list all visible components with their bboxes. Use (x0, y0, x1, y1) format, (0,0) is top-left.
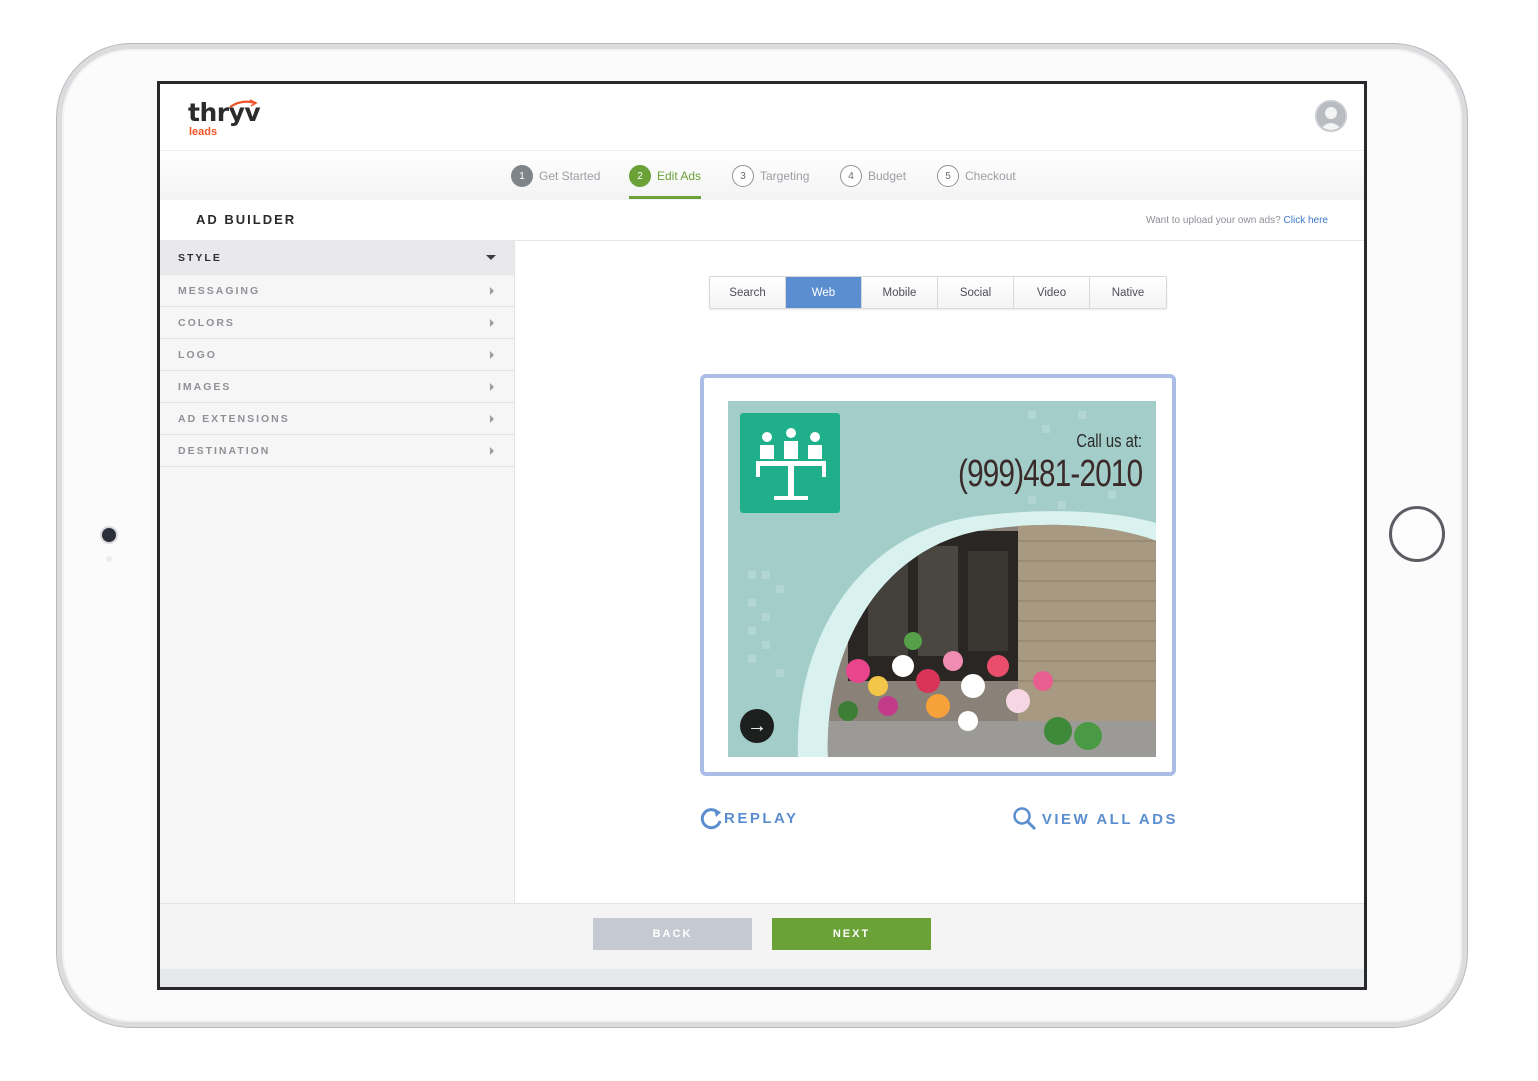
builder-header: AD BUILDER Want to upload your own ads? … (160, 200, 1364, 241)
sidebar-item-label: STYLE (178, 251, 222, 264)
logo-swoosh-icon (229, 99, 258, 108)
step-get-started[interactable]: 1 Get Started (511, 163, 600, 189)
next-button[interactable]: NEXT (772, 918, 931, 950)
step-label: Targeting (760, 169, 810, 183)
caret-down-icon (486, 255, 496, 260)
tab-native[interactable]: Native (1090, 277, 1166, 308)
sidebar-item-label: LOGO (178, 348, 217, 361)
caret-right-icon (490, 415, 494, 423)
step-label: Checkout (965, 169, 1016, 183)
step-number: 4 (840, 165, 862, 187)
camera-lens (102, 528, 116, 542)
ad-actions: REPLAY VIEW ALL ADS (700, 806, 1178, 836)
sidebar-item-label: COLORS (178, 316, 235, 329)
caret-right-icon (490, 319, 494, 327)
caret-right-icon (490, 351, 494, 359)
back-button[interactable]: BACK (593, 918, 752, 950)
view-all-label: VIEW ALL ADS (1041, 810, 1178, 828)
caret-right-icon (490, 383, 494, 391)
upload-note: Want to upload your own ads? Click here (1146, 215, 1328, 226)
caret-right-icon (490, 447, 494, 455)
sidebar-item-images[interactable]: IMAGES (160, 371, 514, 403)
ad-phone-number: (999)481-2010 (957, 453, 1143, 495)
sidebar-item-destination[interactable]: DESTINATION (160, 435, 514, 467)
step-checkout[interactable]: 5 Checkout (937, 163, 1016, 189)
step-number: 1 (511, 165, 533, 187)
sidebar-item-label: MESSAGING (178, 284, 261, 297)
sidebar-item-ad-extensions[interactable]: AD EXTENSIONS (160, 403, 514, 435)
step-targeting[interactable]: 3 Targeting (732, 163, 809, 189)
sidebar-item-messaging[interactable]: MESSAGING (160, 275, 514, 307)
ad-preview-frame: Call us at: (999)481-2010 → (700, 374, 1176, 776)
thryv-logo[interactable]: thryv leads (188, 98, 261, 140)
replay-label: REPLAY (724, 809, 799, 827)
ad-preview[interactable]: Call us at: (999)481-2010 → (728, 401, 1156, 757)
step-number: 5 (937, 165, 959, 187)
sidebar-item-style[interactable]: STYLE (160, 241, 514, 275)
main-panel: Search Web Mobile Social Video Native Ca… (515, 241, 1364, 903)
step-label: Get Started (539, 169, 601, 183)
tab-search[interactable]: Search (710, 277, 786, 308)
user-avatar-icon[interactable] (1315, 100, 1347, 132)
sidebar-item-logo[interactable]: LOGO (160, 339, 514, 371)
tab-web[interactable]: Web (786, 277, 862, 308)
step-label: Budget (868, 169, 907, 183)
replay-icon (700, 808, 722, 830)
sidebar: STYLE MESSAGING COLORS LOGO IMAGES AD EX… (160, 241, 515, 903)
view-all-ads-button[interactable]: VIEW ALL ADS (1012, 806, 1178, 832)
footer-bar: BACK NEXT (160, 903, 1364, 970)
step-number: 3 (732, 165, 754, 187)
logo-subtitle: leads (189, 126, 218, 138)
home-button[interactable] (1389, 506, 1445, 562)
sidebar-item-colors[interactable]: COLORS (160, 307, 514, 339)
sidebar-item-label: DESTINATION (178, 444, 271, 457)
page-title: AD BUILDER (196, 212, 297, 227)
search-icon (1013, 807, 1036, 831)
replay-button[interactable]: REPLAY (700, 806, 798, 830)
sidebar-item-label: AD EXTENSIONS (178, 412, 290, 425)
top-bar: thryv leads (160, 84, 1364, 150)
screen: thryv leads 1 Get Started 2 Edit Ads 3 T… (157, 81, 1367, 990)
step-budget[interactable]: 4 Budget (840, 163, 906, 189)
tab-social[interactable]: Social (938, 277, 1014, 308)
bottom-strip (160, 969, 1364, 987)
caret-right-icon (490, 287, 494, 295)
progress-stepper: 1 Get Started 2 Edit Ads 3 Targeting 4 B… (160, 150, 1364, 201)
arrow-right-icon[interactable]: → (740, 709, 774, 743)
step-number: 2 (629, 165, 651, 187)
upload-prompt: Want to upload your own ads? (1146, 215, 1281, 226)
step-label: Edit Ads (657, 169, 702, 183)
ad-type-tabs: Search Web Mobile Social Video Native (709, 276, 1167, 309)
camera-sensor (106, 556, 112, 562)
tab-video[interactable]: Video (1014, 277, 1090, 308)
upload-link[interactable]: Click here (1284, 215, 1328, 226)
tab-mobile[interactable]: Mobile (862, 277, 938, 308)
ad-call-label: Call us at: (1076, 431, 1142, 451)
step-edit-ads[interactable]: 2 Edit Ads (629, 163, 702, 199)
flower-stand-logo-icon (740, 413, 840, 513)
sidebar-item-label: IMAGES (178, 380, 232, 393)
